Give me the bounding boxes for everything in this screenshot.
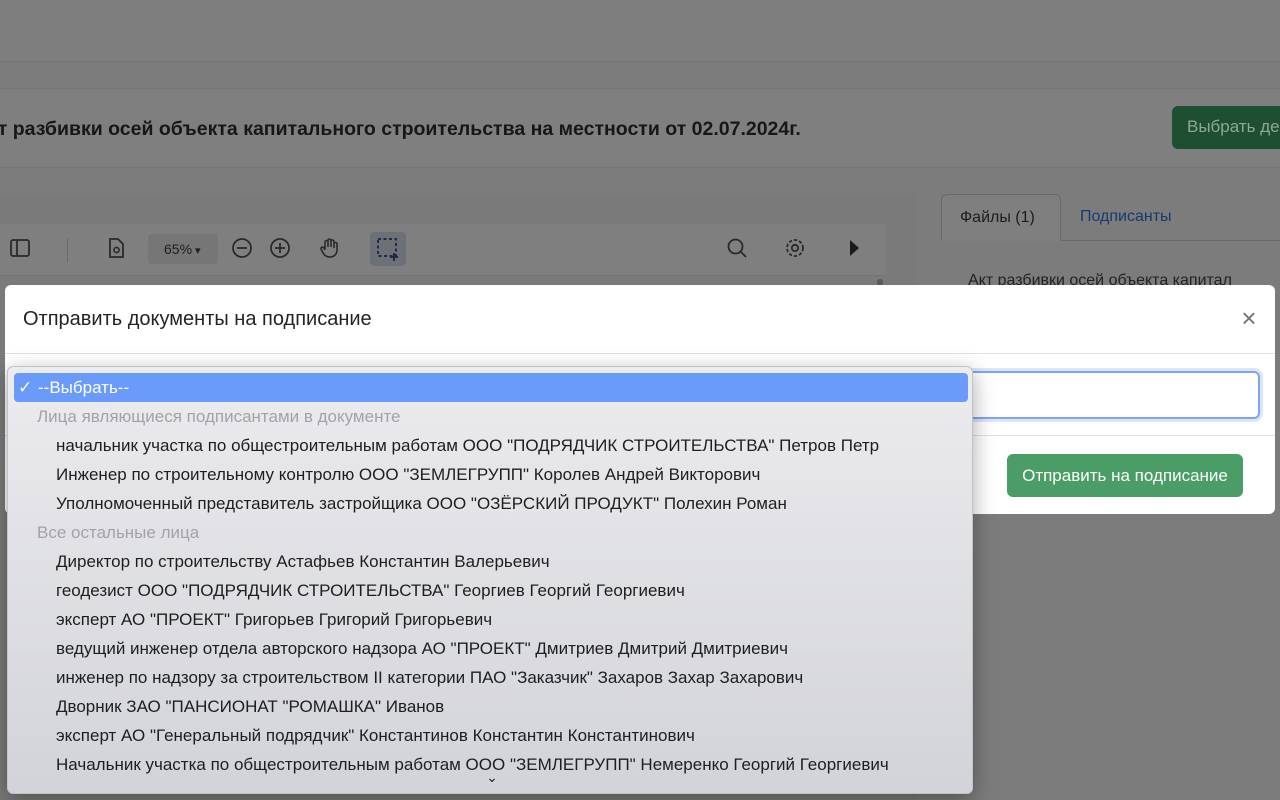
dropdown-option[interactable]: Инженер по строительному контролю ООО "З… (8, 460, 972, 489)
optgroup-others: Все остальные лица (37, 523, 200, 542)
sidebar-toggle-icon[interactable] (7, 236, 33, 262)
tabs-divider (1061, 240, 1280, 241)
modal-title: Отправить документы на подписание (23, 308, 372, 330)
zoom-in-icon[interactable] (267, 236, 293, 262)
document-title: кт разбивки осей объекта капитального ст… (0, 118, 801, 140)
expand-panel-icon[interactable] (841, 236, 867, 262)
dropdown-option[interactable]: начальник участка по общестроительным ра… (8, 431, 972, 460)
option-label: --Выбрать-- (38, 378, 130, 397)
dropdown-option[interactable]: Директор по строительству Астафьев Конст… (8, 547, 972, 576)
signer-dropdown-list: ✓ --Выбрать-- Лица являющиеся подписантам… (7, 366, 973, 794)
dropdown-option-selected[interactable]: ✓ --Выбрать-- (14, 373, 968, 402)
tab-files[interactable]: Файлы (1) (941, 194, 1061, 241)
zoom-select[interactable]: 65% ▾ (148, 234, 218, 264)
viewer-toolbar (0, 224, 885, 276)
search-icon[interactable] (724, 236, 750, 262)
tab-signers[interactable]: Подписанты (1080, 208, 1172, 226)
gear-icon[interactable] (782, 236, 808, 262)
dropdown-option[interactable]: ведущий инженер отдела авторского надзор… (8, 634, 972, 663)
zoom-out-icon[interactable] (229, 236, 255, 262)
dropdown-option[interactable]: Дворник ЗАО "ПАНСИОНАТ "РОМАШКА" Иванов (8, 692, 972, 721)
dropdown-option[interactable]: геодезист ООО "ПОДРЯДЧИК СТРОИТЕЛЬСТВА" … (8, 576, 972, 605)
zoom-value: 65% (164, 241, 193, 257)
modal-header-divider (5, 353, 1275, 354)
dropdown-option[interactable]: эксперт АО "ПРОЕКТ" Григорьев Григорий Г… (8, 605, 972, 634)
dropdown-option[interactable]: инженер по надзору за строительством II … (8, 663, 972, 692)
close-icon[interactable]: × (1236, 305, 1262, 331)
toolbar-divider (67, 238, 68, 262)
scroll-down-icon[interactable]: ⌄ (482, 769, 502, 789)
checkmark-icon: ✓ (18, 378, 33, 397)
dropdown-option[interactable]: Уполномоченный представитель застройщика… (8, 489, 972, 518)
dropdown-option[interactable]: эксперт АО "Генеральный подрядчик" Конст… (8, 721, 972, 750)
page-settings-icon[interactable] (103, 236, 129, 262)
send-for-signing-button[interactable]: Отправить на подписание (1007, 454, 1243, 497)
app-topbar (0, 0, 1280, 62)
pick-document-button[interactable]: Выбрать де (1172, 106, 1280, 149)
chevron-down-icon: ▾ (195, 245, 201, 257)
hand-tool-icon[interactable] (317, 236, 343, 262)
marquee-select-button[interactable] (370, 232, 406, 266)
optgroup-signers: Лица являющиеся подписантами в документе (37, 407, 401, 426)
